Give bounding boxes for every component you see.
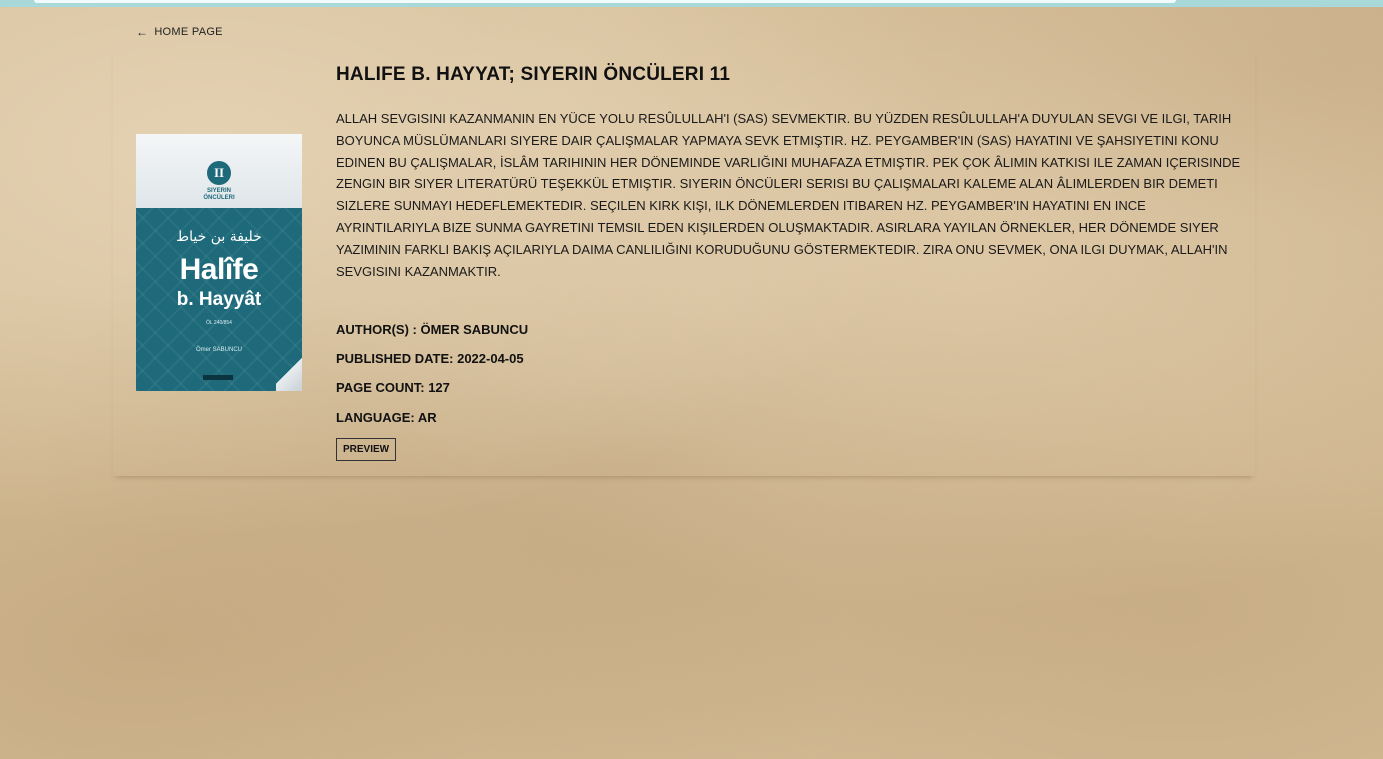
- arrow-left-icon: ←: [136, 24, 149, 39]
- book-published-date: PUBLISHED DATE: 2022-04-05: [336, 351, 524, 366]
- top-bar: [0, 0, 1383, 7]
- cover-series-name: SIYERIN ÖNCÜLERI: [203, 188, 235, 201]
- cover-series-number: II: [207, 161, 231, 185]
- cover-title-line1: Halîfe: [179, 253, 259, 286]
- publisher-logo-icon: [203, 375, 233, 380]
- home-page-link[interactable]: ← HOME PAGE: [136, 24, 223, 39]
- preview-button[interactable]: PREVIEW: [336, 438, 397, 461]
- book-page-count: PAGE COUNT: 127: [336, 380, 450, 395]
- book-author: AUTHOR(S) : ÖMER SABUNCU: [336, 322, 529, 337]
- book-language: LANGUAGE: AR: [336, 410, 437, 425]
- top-bar-highlight: [34, 0, 1176, 3]
- book-description: ALLAH SEVGISINI KAZANMANIN EN YÜCE YOLU …: [336, 111, 1241, 279]
- cover-arabic-title: خليفة بن خياط: [176, 229, 262, 245]
- book-title: HALIFE B. HAYYAT; SIYERIN ÖNCÜLERI 11: [336, 64, 731, 85]
- home-page-label: HOME PAGE: [154, 26, 223, 38]
- cover-subtitle: ÖL 240/854: [206, 320, 232, 326]
- page-curl-icon: [276, 351, 302, 391]
- cover-title-line2: b. Hayyât: [176, 289, 262, 310]
- book-cover-image: II SIYERIN ÖNCÜLERI خليفة بن خياط Halîfe…: [136, 134, 302, 391]
